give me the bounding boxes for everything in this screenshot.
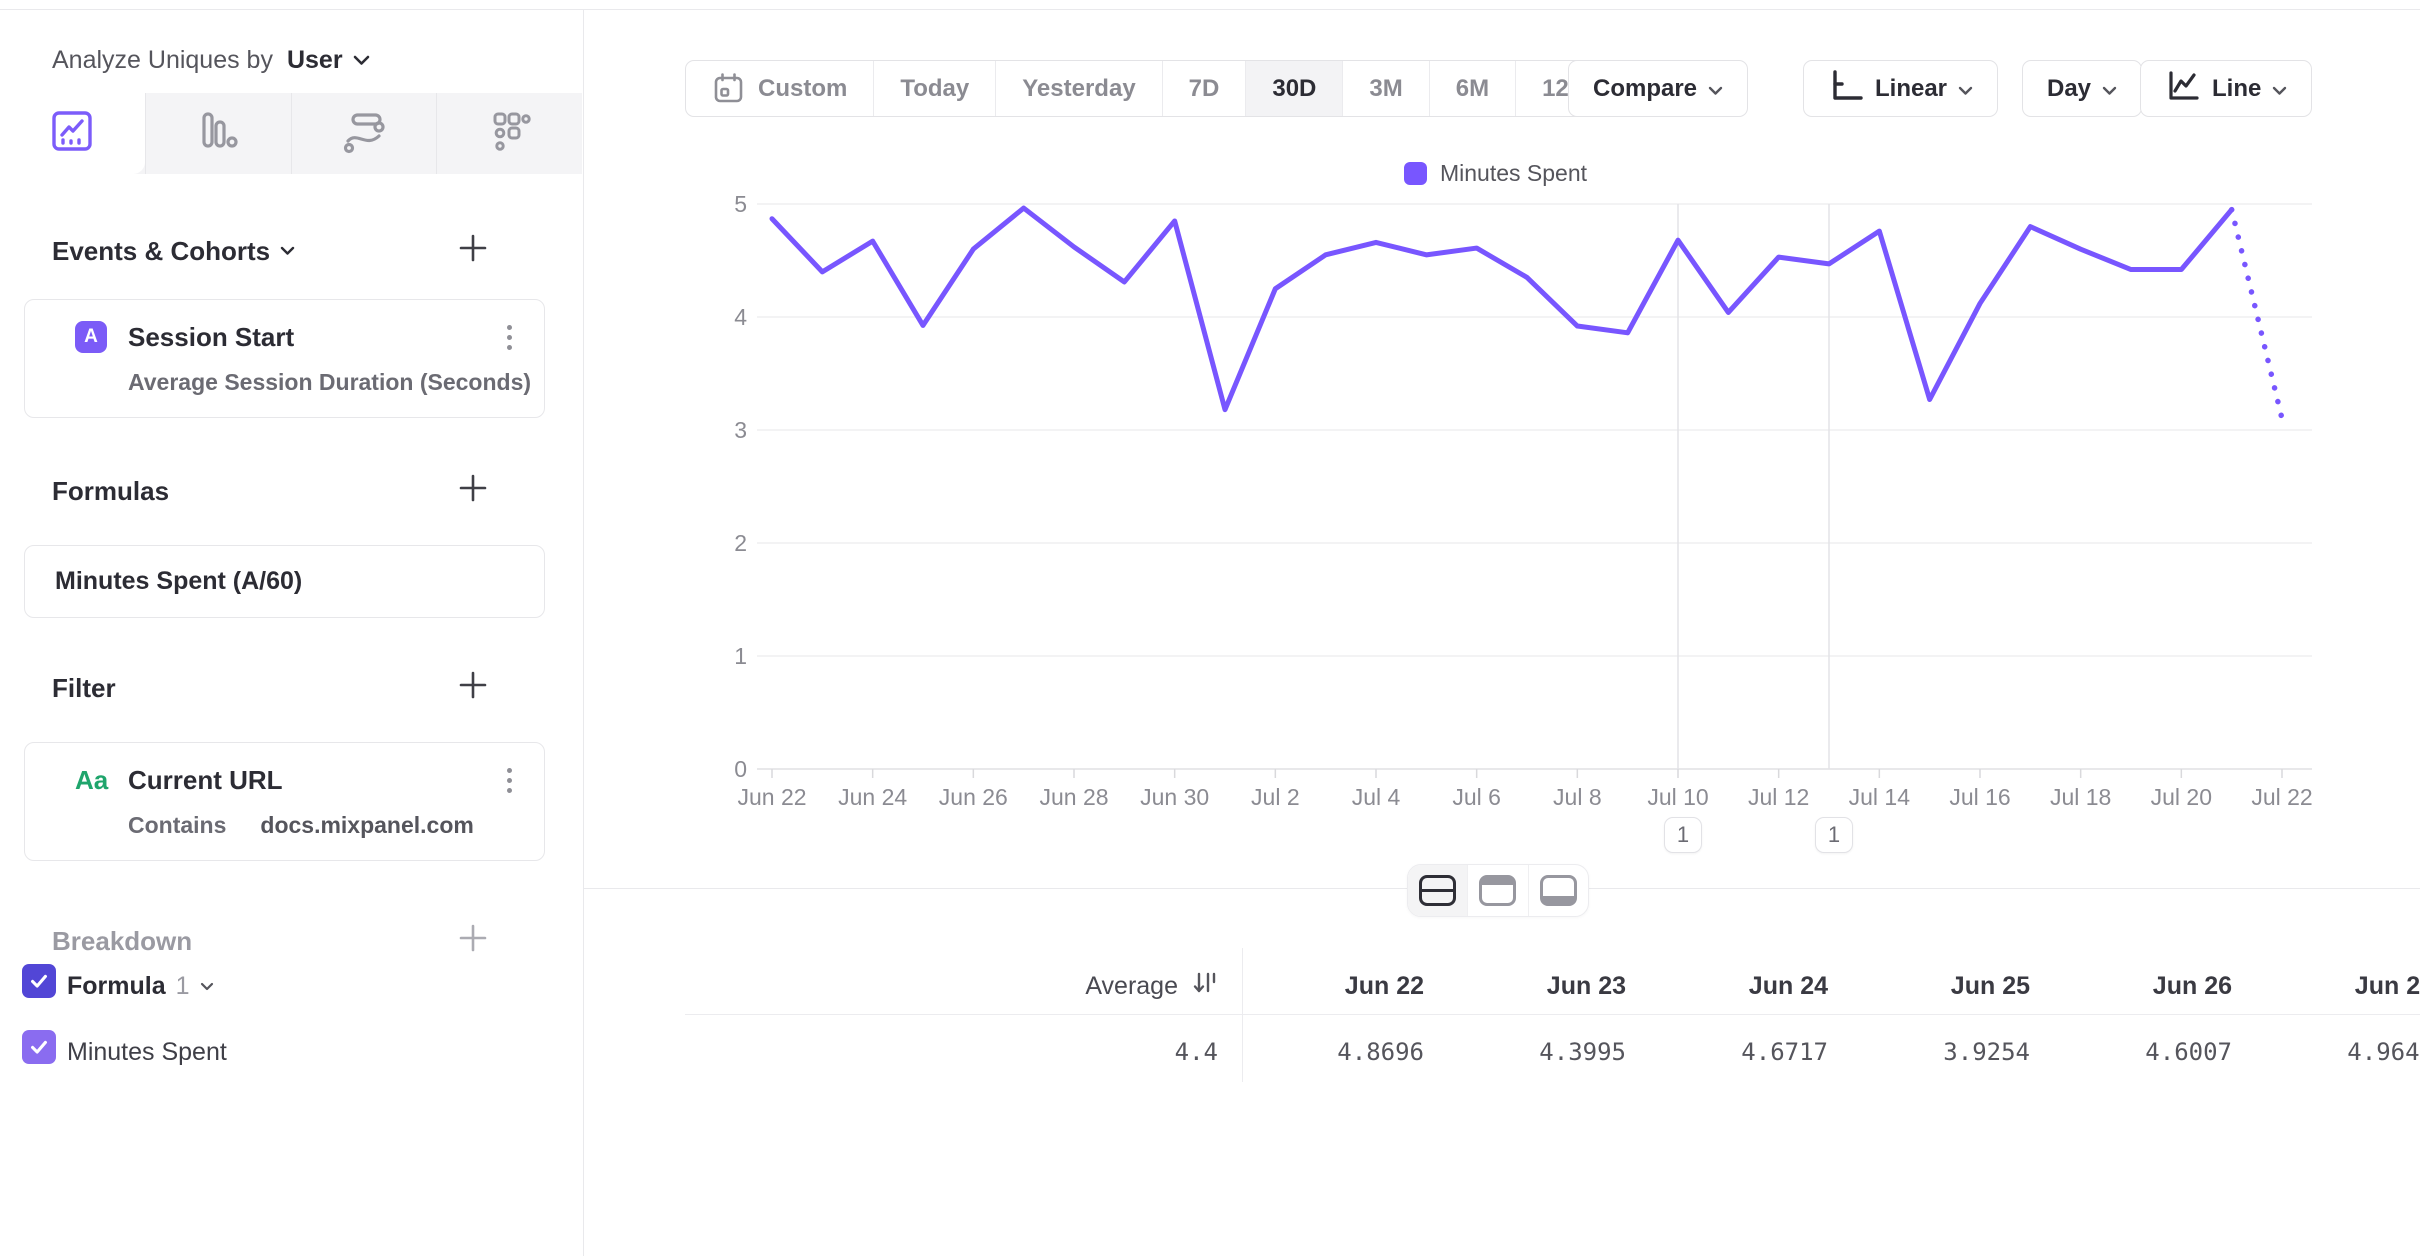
- y-tick-label: 1: [734, 643, 747, 669]
- cell-value: 4.3995: [1539, 1030, 1626, 1074]
- average-label: Average: [1085, 972, 1178, 1001]
- date-column-header[interactable]: Jun 25: [1951, 964, 2030, 1008]
- chevron-down-icon: [200, 982, 214, 991]
- formula-group-index: 1: [176, 972, 190, 1001]
- chart-only-view-icon: [1479, 875, 1516, 906]
- annotation-badge-jul-10[interactable]: 1: [1664, 817, 1702, 853]
- y-tick-label: 0: [734, 756, 747, 782]
- cell-value: 4.9640: [2347, 1030, 2420, 1074]
- chart-incomplete-segment[interactable]: [2232, 210, 2282, 419]
- x-tick-label: Jul 2: [1251, 784, 1300, 810]
- view-toggle: [1407, 864, 1589, 917]
- cell-value: 3.9254: [1943, 1030, 2030, 1074]
- date-column-header[interactable]: Jun 23: [1547, 964, 1626, 1008]
- cell-value: 4.8696: [1337, 1030, 1424, 1074]
- table-only-view-button[interactable]: [1529, 865, 1588, 916]
- x-tick-label: Jul 20: [2151, 784, 2212, 810]
- series-average-value: 4.4: [1175, 1030, 1218, 1074]
- table-column-divider: [1242, 948, 1243, 1082]
- table-header-divider: [685, 1014, 2420, 1015]
- line-chart[interactable]: 0 1 2 3 4 5 Jun 22 Jun 24 Jun 26 Jun 28 Jun 30 Jul …: [0, 0, 2420, 880]
- x-tick-label: Jun 26: [939, 784, 1008, 810]
- formula-group-label: Formula: [67, 972, 166, 1001]
- split-view-icon: [1419, 875, 1456, 906]
- x-tick-label: Jun 30: [1140, 784, 1209, 810]
- y-tick-label: 4: [734, 304, 747, 330]
- x-tick-label: Jul 18: [2050, 784, 2111, 810]
- y-tick-label: 5: [734, 191, 747, 217]
- results-table: Formula 1 Average Minutes Spent 4.4 Jun …: [0, 948, 2420, 1082]
- x-tick-label: Jun 22: [737, 784, 806, 810]
- annotation-badge-jul-13[interactable]: 1: [1815, 817, 1853, 853]
- x-tick-label: Jul 12: [1748, 784, 1809, 810]
- formula-group-checkbox[interactable]: [22, 964, 56, 998]
- x-tick-label: Jul 4: [1352, 784, 1401, 810]
- chart-only-view-button[interactable]: [1468, 865, 1528, 916]
- date-column-header[interactable]: Jun 26: [2153, 964, 2232, 1008]
- table-only-view-icon: [1540, 875, 1577, 906]
- chart-series-line[interactable]: [772, 208, 2232, 410]
- split-view-button[interactable]: [1408, 865, 1468, 916]
- series-row-label[interactable]: Minutes Spent: [67, 1030, 227, 1074]
- date-column-header[interactable]: Jun 22: [1345, 964, 1424, 1008]
- x-tick-label: Jun 28: [1039, 784, 1108, 810]
- date-column-header[interactable]: Jun 24: [1749, 964, 1828, 1008]
- cell-value: 4.6007: [2145, 1030, 2232, 1074]
- y-tick-label: 3: [734, 417, 747, 443]
- average-column-header[interactable]: Average: [1085, 964, 1218, 1008]
- formula-group-dropdown[interactable]: Formula 1: [67, 964, 214, 1008]
- x-tick-label: Jul 10: [1647, 784, 1708, 810]
- x-tick-label: Jul 8: [1553, 784, 1602, 810]
- sort-descending-icon[interactable]: [1192, 970, 1218, 1003]
- x-tick-label: Jun 24: [838, 784, 907, 810]
- date-column-header[interactable]: Jun 27: [2355, 964, 2420, 1008]
- x-tick-label: Jul 14: [1849, 784, 1911, 810]
- x-tick-label: Jul 22: [2251, 784, 2312, 810]
- x-tick-label: Jul 6: [1452, 784, 1501, 810]
- x-tick-label: Jul 16: [1949, 784, 2010, 810]
- series-checkbox[interactable]: [22, 1030, 56, 1064]
- cell-value: 4.6717: [1741, 1030, 1828, 1074]
- y-tick-label: 2: [734, 530, 747, 556]
